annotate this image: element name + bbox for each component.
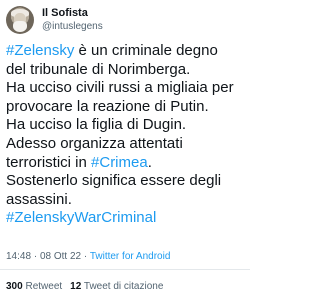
quotes-count: 12 [70, 281, 82, 292]
hashtag-link[interactable]: #Crimea [91, 154, 148, 171]
author-display-name[interactable]: Il Sofista [42, 7, 88, 19]
divider [0, 269, 250, 270]
tweet-stats: 300 Retweet 12 Tweet di citazione [6, 281, 163, 292]
author-handle[interactable]: @intuslegens [42, 21, 103, 32]
tweet-text-line: terroristici in #Crimea. [6, 154, 248, 173]
meta-separator: · [33, 251, 38, 262]
tweet-text-line: #Zelensky è un criminale degno [6, 42, 248, 61]
tweet-text-line: Adesso organizza attentati [6, 135, 248, 154]
tweet-text: #Zelensky è un criminale degno del tribun… [6, 42, 248, 228]
tweet-text-segment: assassini. [6, 190, 72, 208]
tweet-card: Il Sofista @intuslegens #Zelensky è un c… [0, 0, 250, 300]
quotes-stat[interactable]: 12 Tweet di citazione [70, 281, 163, 292]
tweet-header: Il Sofista @intuslegens [6, 6, 244, 38]
tweet-text-line: #ZelenskyWarCriminal [6, 209, 248, 228]
tweet-text-segment: terroristici in [6, 153, 92, 171]
retweets-stat[interactable]: 300 Retweet [6, 281, 62, 292]
hashtag-link[interactable]: #ZelenskyWarCriminal [6, 209, 156, 226]
hashtag-link[interactable]: #Zelensky [6, 42, 74, 59]
retweets-count: 300 [6, 281, 23, 292]
quotes-label: Tweet di citazione [83, 281, 164, 292]
tweet-text-segment: Adesso organizza attentati [6, 134, 183, 152]
tweet-text-segment: Ha ucciso la figlia di Dugin. [6, 116, 187, 134]
tweet-time[interactable]: 14:48 [6, 251, 31, 262]
meta-separator: · [83, 251, 88, 262]
tweet-text-line: assassini. [6, 191, 248, 210]
tweet-text-segment: è un criminale degno [74, 42, 218, 59]
tweet-text-line: Ha ucciso la figlia di Dugin. [6, 116, 248, 135]
tweet-text-line: provocare la reazione di Putin. [6, 98, 248, 117]
tweet-text-line: del tribunale di Norimberga. [6, 61, 248, 80]
tweet-text-segment: Ha ucciso civili russi a migliaia per [6, 79, 234, 97]
tweet-text-line: Ha ucciso civili russi a migliaia per [6, 79, 248, 98]
tweet-text-segment: del tribunale di Norimberga. [6, 60, 191, 78]
avatar-beard [13, 21, 27, 32]
tweet-date[interactable]: 08 Ott 22 [40, 251, 81, 262]
tweet-text-line: Sostenerlo significa essere degli [6, 172, 248, 191]
retweets-label: Retweet [25, 281, 63, 292]
tweet-source-link[interactable]: Twitter for Android [90, 251, 171, 262]
tweet-meta: 14:48 · 08 Ott 22 · Twitter for Android [6, 251, 170, 262]
avatar[interactable] [6, 6, 34, 34]
tweet-text-segment: . [147, 153, 152, 171]
tweet-text-segment: provocare la reazione di Putin. [6, 97, 209, 115]
tweet-text-segment: Sostenerlo significa essere degli [6, 172, 222, 190]
